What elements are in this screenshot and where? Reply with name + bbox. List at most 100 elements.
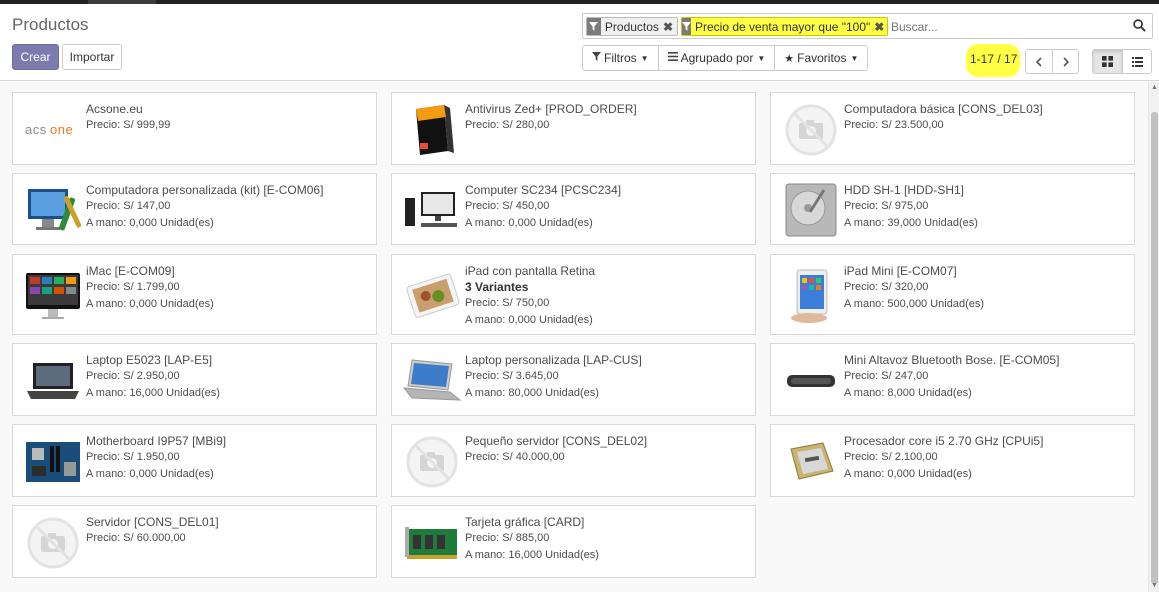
product-card[interactable]: Computadora personalizada (kit) [E-COM06… [12, 173, 377, 245]
product-image-hard-drive [777, 180, 845, 240]
product-onhand: A mano: 39,000 Unidad(es) [844, 217, 978, 229]
product-card[interactable]: Servidor [CONS_DEL01] Precio: S/ 60.000,0… [12, 505, 377, 578]
product-onhand: A mano: 16,000 Unidad(es) [86, 387, 220, 399]
product-image-cpu-chip [777, 432, 845, 492]
product-card[interactable]: iPad con pantalla Retina 3 Variantes Preci… [391, 254, 756, 335]
product-variants: 3 Variantes [465, 280, 529, 294]
product-info: iPad Mini [E-COM07] Precio: S/ 320,00 A ma… [844, 263, 1128, 312]
product-price: Precio: S/ 450,00 [465, 200, 550, 212]
product-info: Tarjeta gráfica [CARD] Precio: S/ 885,00 A… [465, 514, 749, 563]
product-onhand: A mano: 0,000 Unidad(es) [465, 217, 593, 229]
product-onhand: A mano: 0,000 Unidad(es) [86, 468, 214, 480]
product-card[interactable]: Pequeño servidor [CONS_DEL02] Precio: S/ … [391, 424, 756, 497]
product-image-ipad-retina [398, 266, 466, 326]
vertical-scrollbar[interactable]: ▲ ▼ [1148, 82, 1159, 592]
search-facet-price[interactable]: Precio de venta mayor que "100" ✖ [681, 17, 888, 36]
product-onhand: A mano: 0,000 Unidad(es) [844, 468, 972, 480]
facet-label: Productos [604, 19, 659, 34]
product-card[interactable]: iMac [E-COM09] Precio: S/ 1.799,00 A mano:… [12, 254, 377, 335]
product-name: Pequeño servidor [CONS_DEL02] [465, 434, 648, 448]
product-onhand: A mano: 0,000 Unidad(es) [86, 298, 214, 310]
product-onhand: A mano: 500,000 Unidad(es) [844, 298, 985, 310]
scroll-down-arrow[interactable]: ▼ [1150, 582, 1159, 590]
product-info: Servidor [CONS_DEL01] Precio: S/ 60.000,0… [86, 514, 370, 546]
product-card[interactable]: iPad Mini [E-COM07] Precio: S/ 320,00 A ma… [770, 254, 1135, 335]
product-info: Acsone.eu Precio: S/ 999,99 [86, 101, 370, 133]
product-info: Laptop E5023 [LAP-E5] Precio: S/ 2.950,00… [86, 352, 370, 401]
import-button[interactable]: Importar [62, 44, 122, 70]
kanban-view-button[interactable] [1093, 50, 1122, 73]
product-price: Precio: S/ 280,00 [465, 119, 550, 131]
favorites-label: Favoritos [797, 51, 847, 65]
product-price: Precio: S/ 885,00 [465, 532, 550, 544]
product-price: Precio: S/ 2.950,00 [86, 370, 180, 382]
product-card[interactable]: Computer SC234 [PCSC234] Precio: S/ 450,0… [391, 173, 756, 245]
product-info: Computer SC234 [PCSC234] Precio: S/ 450,0… [465, 182, 749, 231]
product-onhand: A mano: 80,000 Unidad(es) [465, 387, 599, 399]
scroll-thumb[interactable] [1151, 112, 1158, 584]
search-facet-products[interactable]: Productos ✖ [586, 17, 678, 36]
list-view-button[interactable] [1122, 50, 1151, 73]
product-card[interactable]: Tarjeta gráfica [CARD] Precio: S/ 885,00 A… [391, 505, 756, 578]
close-icon[interactable]: ✖ [663, 20, 677, 34]
product-image-imac [19, 266, 87, 326]
group-by-dropdown[interactable]: Agrupado por ▼ [658, 46, 776, 70]
product-name: iPad con pantalla Retina [465, 264, 596, 278]
product-price: Precio: S/ 1.950,00 [86, 451, 180, 463]
product-onhand: A mano: 16,000 Unidad(es) [465, 549, 599, 561]
product-image-desktop-computer [398, 180, 466, 240]
product-name: Laptop E5023 [LAP-E5] [86, 353, 213, 367]
search-input[interactable] [891, 18, 1111, 35]
pager-buttons [1025, 49, 1079, 74]
product-card[interactable]: Mini Altavoz Bluetooth Bose. [E-COM05] Pr… [770, 343, 1135, 416]
product-card[interactable]: acs one Acsone.eu Precio: S/ 999,99 [12, 92, 377, 165]
pager-next-button[interactable] [1052, 50, 1078, 73]
product-name: iMac [E-COM09] [86, 264, 175, 278]
search-options: Filtros ▼ Agrupado por ▼ ★ Favoritos ▼ [582, 45, 869, 71]
pager-previous-button[interactable] [1026, 50, 1052, 73]
search-icon[interactable] [1133, 19, 1146, 35]
product-card[interactable]: HDD SH-1 [HDD-SH1] Precio: S/ 975,00 A man… [770, 173, 1135, 245]
product-card[interactable]: Motherboard I9P57 [MBi9] Precio: S/ 1.950… [12, 424, 377, 497]
product-info: Computadora básica [CONS_DEL03] Precio: S… [844, 101, 1128, 133]
control-panel: Productos Crear Importar Productos ✖ Pre… [0, 4, 1159, 81]
product-info: Antivirus Zed+ [PROD_ORDER] Precio: S/ 28… [465, 101, 749, 133]
product-card[interactable]: Laptop personalizada [LAP-CUS] Precio: S/… [391, 343, 756, 416]
product-card[interactable]: Antivirus Zed+ [PROD_ORDER] Precio: S/ 28… [391, 92, 756, 165]
filters-dropdown[interactable]: Filtros ▼ [583, 46, 659, 70]
product-price: Precio: S/ 23.500,00 [844, 119, 944, 131]
product-info: Mini Altavoz Bluetooth Bose. [E-COM05] Pr… [844, 352, 1128, 401]
product-name: iPad Mini [E-COM07] [844, 264, 957, 278]
pager-value[interactable]: 1-17 / 17 [970, 52, 1017, 66]
product-card[interactable]: Computadora básica [CONS_DEL03] Precio: S… [770, 92, 1135, 165]
product-info: Computadora personalizada (kit) [E-COM06… [86, 182, 370, 231]
product-price: Precio: S/ 320,00 [844, 281, 929, 293]
product-name: Mini Altavoz Bluetooth Bose. [E-COM05] [844, 353, 1060, 367]
product-name: Acsone.eu [86, 102, 143, 116]
create-button[interactable]: Crear [12, 44, 59, 70]
product-image-computer-kit [19, 180, 87, 240]
product-name: Computer SC234 [PCSC234] [465, 183, 622, 197]
product-name: Computadora personalizada (kit) [E-COM06… [86, 183, 324, 197]
chevron-left-icon [1035, 56, 1042, 67]
product-info: iMac [E-COM09] Precio: S/ 1.799,00 A mano:… [86, 263, 370, 312]
product-image-laptop-dark [19, 351, 87, 411]
svg-text:one: one [50, 122, 73, 137]
search-bar: Productos ✖ Precio de venta mayor que "1… [582, 13, 1153, 39]
product-price: Precio: S/ 750,00 [465, 297, 550, 309]
product-card[interactable]: Procesador core i5 2.70 GHz [CPUi5] Preci… [770, 424, 1135, 497]
product-price: Precio: S/ 60.000,00 [86, 532, 186, 544]
favorites-dropdown[interactable]: ★ Favoritos ▼ [775, 46, 868, 70]
scroll-up-arrow[interactable]: ▲ [1150, 84, 1159, 92]
product-image-motherboard [19, 432, 87, 492]
close-icon[interactable]: ✖ [874, 20, 888, 34]
page-title: Productos [12, 15, 89, 34]
product-info: Laptop personalizada [LAP-CUS] Precio: S/… [465, 352, 749, 401]
product-card[interactable]: Laptop E5023 [LAP-E5] Precio: S/ 2.950,00… [12, 343, 377, 416]
product-name: HDD SH-1 [HDD-SH1] [844, 183, 965, 197]
product-image-speaker [777, 351, 845, 411]
product-name: Tarjeta gráfica [CARD] [465, 515, 585, 529]
product-image-graphics-card [398, 513, 466, 573]
product-image-placeholder-camera [19, 513, 87, 573]
filter-icon [592, 52, 601, 64]
